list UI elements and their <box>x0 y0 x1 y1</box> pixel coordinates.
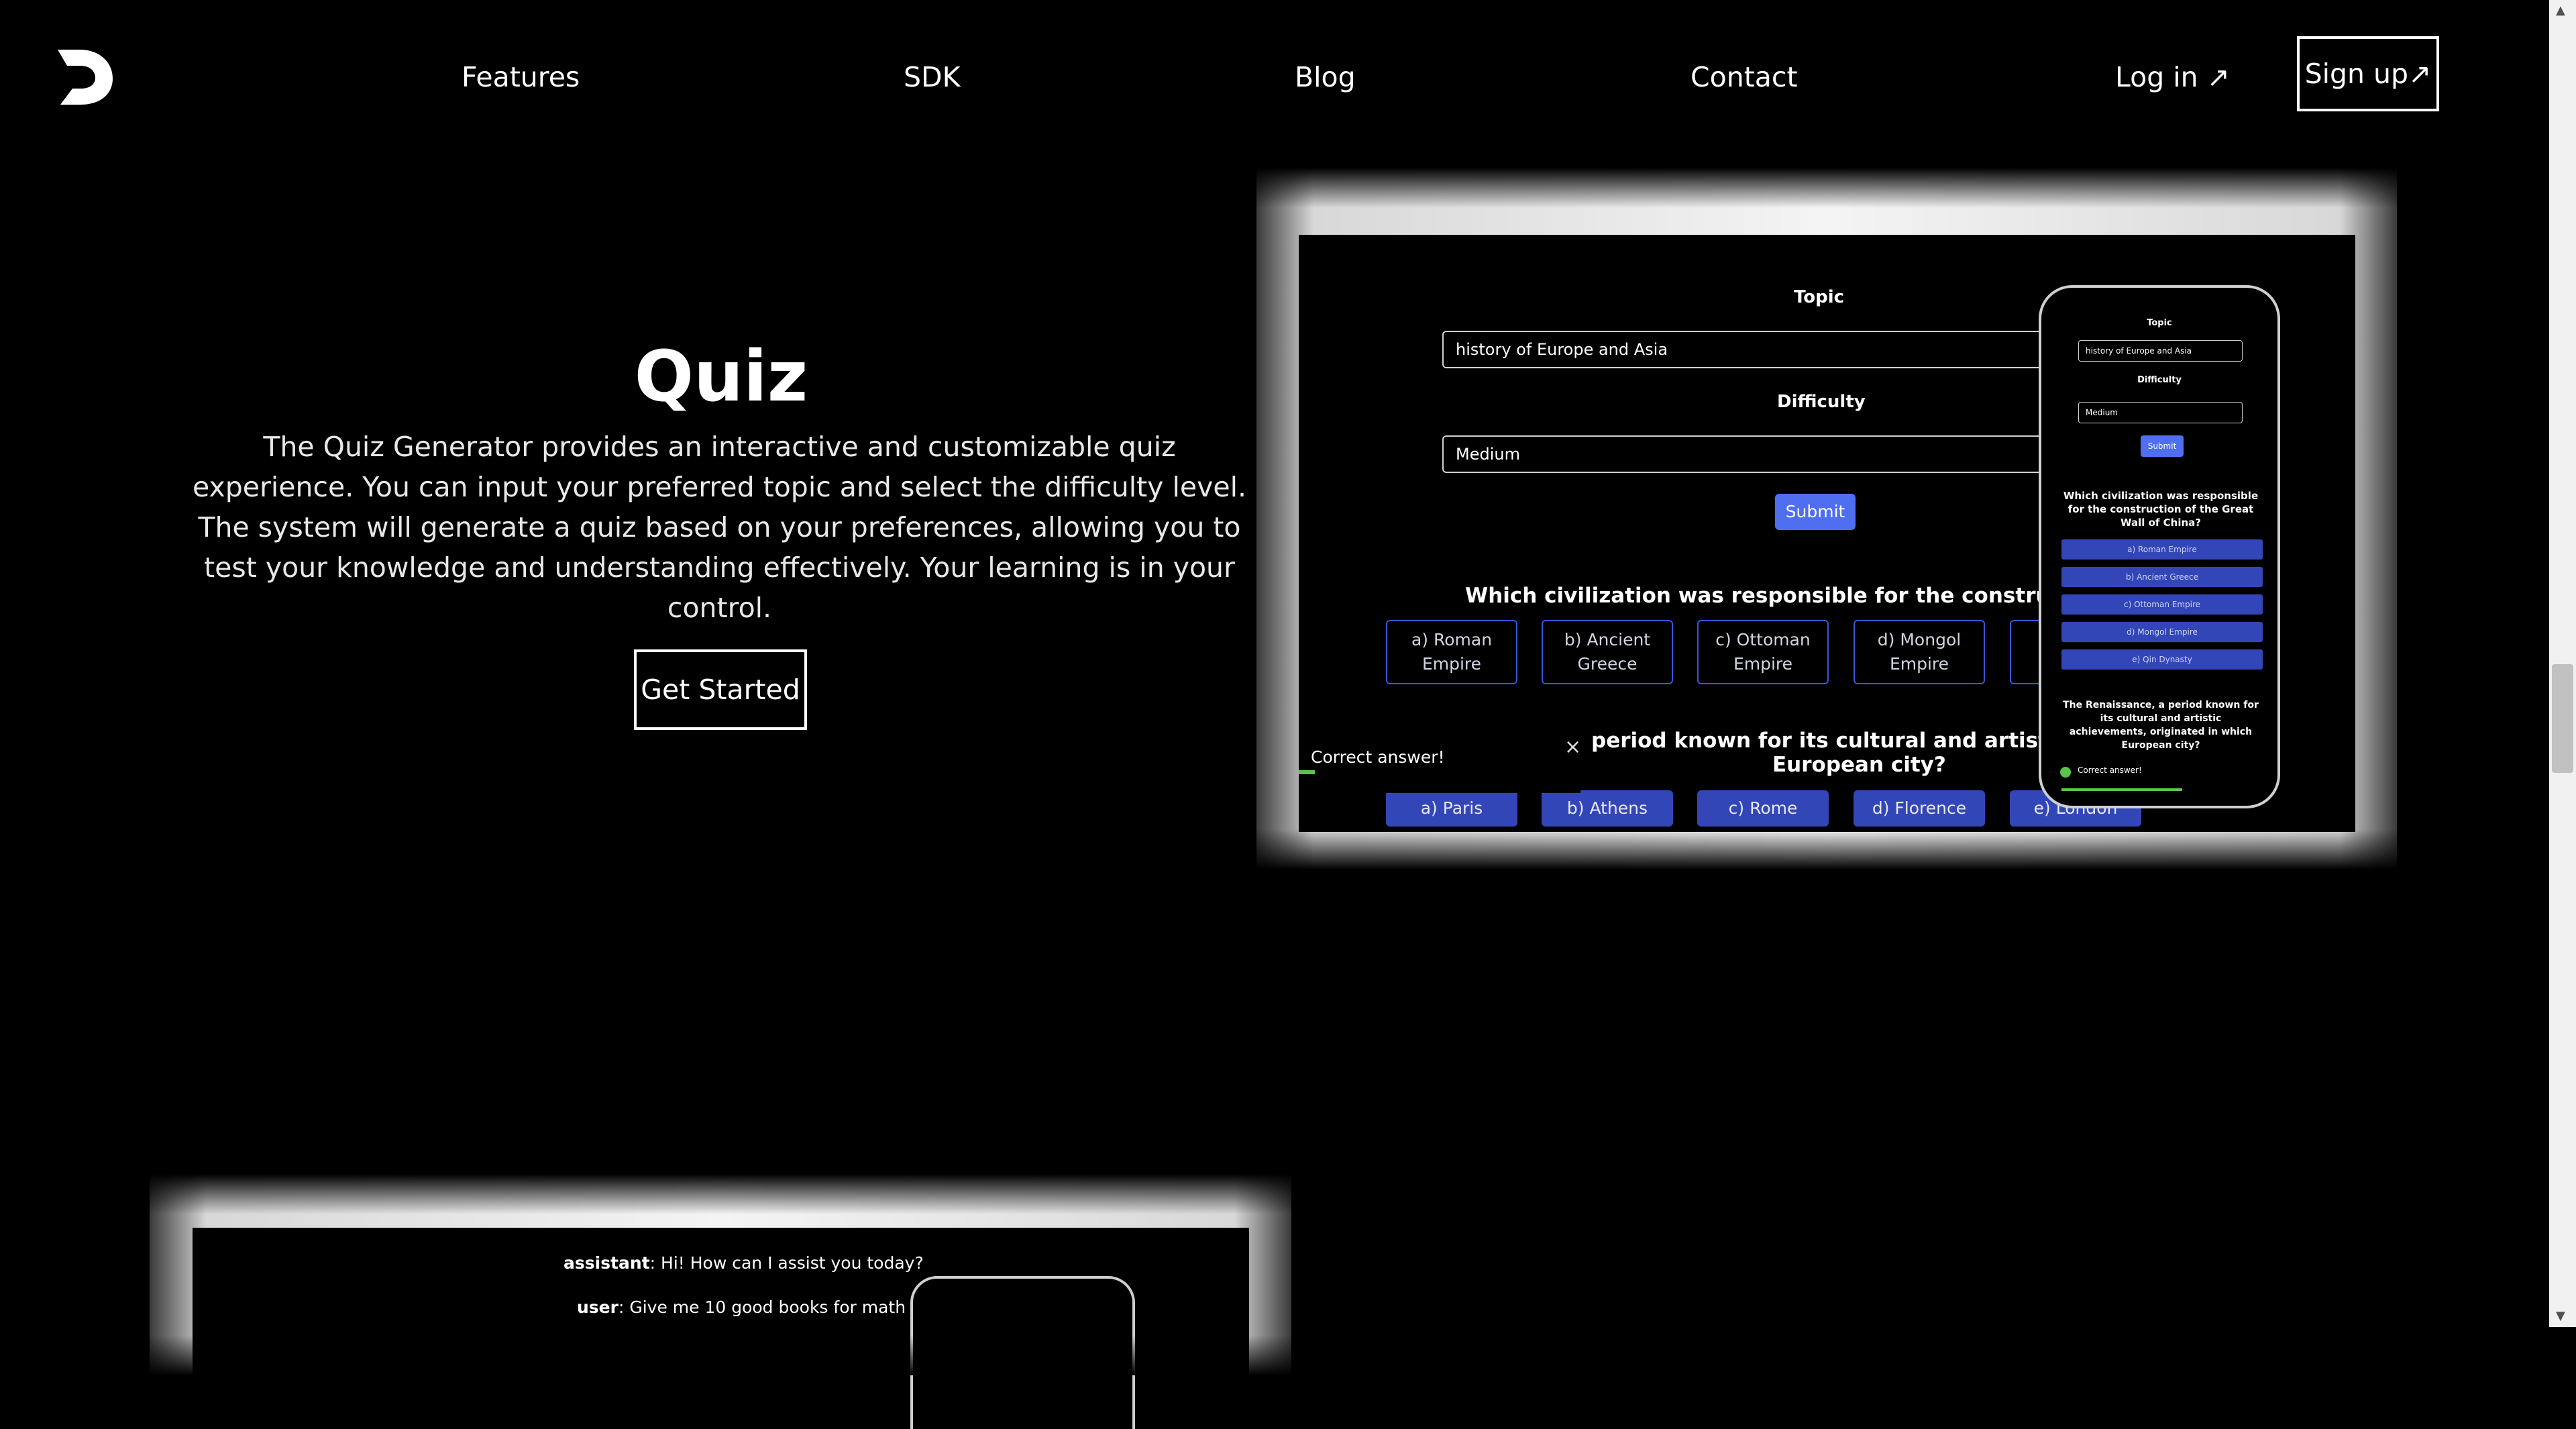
toast-progress-bar <box>1299 770 1315 774</box>
phone-difficulty-label: Difficulty <box>2137 375 2182 385</box>
phone-topic-label: Topic <box>2147 318 2172 328</box>
close-icon: × <box>1564 735 1582 759</box>
quiz-demo-screenshot: Topic history of Europe and Asia Difficu… <box>1299 235 2355 832</box>
page-scrollbar[interactable]: ▲ ▼ <box>2549 0 2576 1327</box>
signup-button[interactable]: Sign up↗ <box>2297 36 2439 111</box>
chat-demo-screenshot: assistant: Hi! How can I assist you toda… <box>193 1228 1249 1429</box>
quiz-showcase-frame: Topic history of Europe and Asia Difficu… <box>1256 168 2397 869</box>
q2-option: b) Athens <box>1542 790 1673 827</box>
phone-toast-text: Correct answer! <box>2078 765 2142 775</box>
correct-answer-toast: Correct answer! × <box>1299 735 1582 793</box>
phone-topic-field: history of Europe and Asia <box>2078 340 2243 362</box>
phone-q1-option: c) Ottoman Empire <box>2061 594 2263 615</box>
phone-difficulty-field: Medium <box>2078 402 2243 423</box>
topic-field: history of Europe and Asia <box>1442 331 2113 368</box>
phone-submit-button: Submit <box>2141 435 2184 457</box>
section-title: Quiz <box>634 335 808 417</box>
nav-blog-link[interactable]: Blog <box>1295 59 1356 95</box>
nav-sdk-link[interactable]: SDK <box>904 59 960 95</box>
check-icon <box>2060 767 2071 778</box>
submit-button: Submit <box>1775 494 1856 530</box>
chat-text: : Give me 10 good books for math <box>618 1298 906 1317</box>
nav-features-link[interactable]: Features <box>462 59 580 95</box>
chat-role: assistant <box>564 1253 650 1273</box>
toast-text: Correct answer! <box>1311 747 1445 767</box>
phone-mockup <box>910 1276 1135 1429</box>
difficulty-field: Medium <box>1442 435 2113 473</box>
q1-option: b) Ancient Greece <box>1542 620 1673 684</box>
phone-mockup: Topic history of Europe and Asia Difficu… <box>2039 285 2280 808</box>
phone-q1-option: a) Roman Empire <box>2061 539 2263 560</box>
topic-label: Topic <box>1794 287 1845 307</box>
q2-option: a) Paris <box>1386 790 1517 827</box>
q1-option: c) Ottoman Empire <box>1697 620 1829 684</box>
chat-text: : Hi! How can I assist you today? <box>649 1253 924 1273</box>
chat-message: user: Give me 10 good books for math <box>577 1298 906 1317</box>
difficulty-label: Difficulty <box>1777 392 1866 412</box>
login-link[interactable]: Log in ↗ <box>2115 59 2230 95</box>
phone-question-1: Which civilization was responsible for t… <box>2063 490 2259 529</box>
get-started-button[interactable]: Get Started <box>634 649 807 730</box>
q1-option: a) Roman Empire <box>1386 620 1517 684</box>
phone-toast-progress-bar <box>2061 788 2182 791</box>
scroll-up-icon[interactable]: ▲ <box>2556 4 2565 17</box>
phone-q1-option: e) Qin Dynasty <box>2061 649 2263 670</box>
logo-icon[interactable] <box>54 47 115 107</box>
phone-toast: Correct answer! <box>2055 757 2269 791</box>
scroll-down-icon[interactable]: ▼ <box>2556 1310 2565 1323</box>
section-description: The Quiz Generator provides an interacti… <box>192 431 1246 624</box>
q1-option: d) Mongol Empire <box>1854 620 1985 684</box>
nav-contact-link[interactable]: Contact <box>1690 59 1798 95</box>
chat-showcase-frame: assistant: Hi! How can I assist you toda… <box>150 1174 1291 1429</box>
q2-option: c) Rome <box>1697 790 1829 827</box>
phone-q1-option: d) Mongol Empire <box>2061 622 2263 642</box>
phone-question-2: The Renaissance, a period known for its … <box>2063 700 2259 751</box>
q2-option: d) Florence <box>1854 790 1985 827</box>
chat-role: user <box>577 1298 619 1317</box>
chat-message: assistant: Hi! How can I assist you toda… <box>564 1253 924 1273</box>
phone-q1-option: b) Ancient Greece <box>2061 567 2263 587</box>
question-2-line-2: European city? <box>1772 753 1946 777</box>
scrollbar-thumb[interactable] <box>2552 664 2573 773</box>
